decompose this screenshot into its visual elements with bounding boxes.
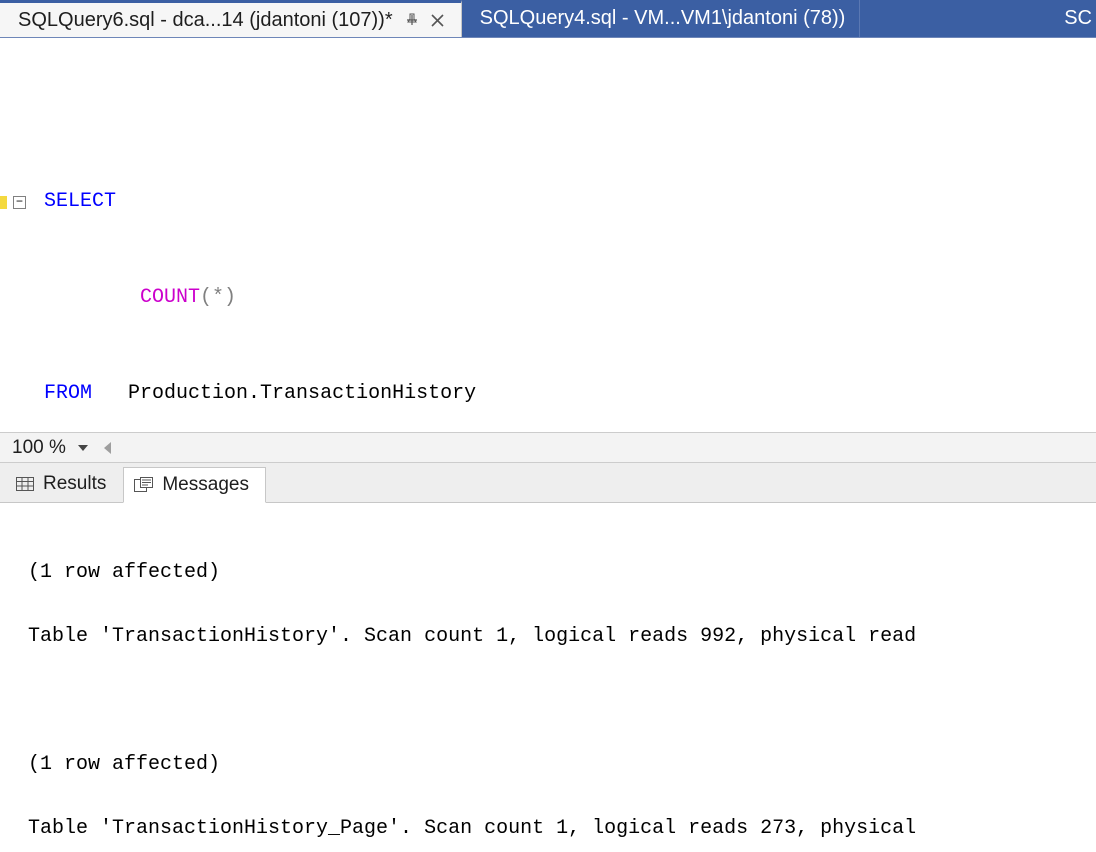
zoom-combo[interactable]: 100 % bbox=[8, 437, 92, 459]
kw-select: SELECT bbox=[44, 190, 116, 213]
tab-label: Results bbox=[43, 473, 106, 495]
msg-line: Table 'TransactionHistory_Page'. Scan co… bbox=[28, 813, 1096, 845]
pin-icon[interactable] bbox=[403, 11, 421, 29]
msg-line: (1 row affected) bbox=[28, 557, 1096, 589]
messages-icon bbox=[134, 477, 154, 493]
document-tabstrip: SQLQuery6.sql - dca...14 (jdantoni (107)… bbox=[0, 0, 1096, 38]
close-icon[interactable] bbox=[429, 11, 447, 29]
count-args: (*) bbox=[200, 286, 236, 309]
tab-label: Messages bbox=[162, 474, 249, 496]
tab-sqlquery6[interactable]: SQLQuery6.sql - dca...14 (jdantoni (107)… bbox=[0, 0, 462, 37]
tab-title: SQLQuery6.sql - dca...14 (jdantoni (107)… bbox=[18, 9, 393, 32]
messages-output[interactable]: (1 row affected) Table 'TransactionHisto… bbox=[0, 503, 1096, 851]
tab-messages[interactable]: Messages bbox=[123, 467, 266, 503]
msg-line: (1 row affected) bbox=[28, 749, 1096, 781]
hscroll-left-icon[interactable] bbox=[104, 442, 111, 454]
kw-from: FROM bbox=[44, 382, 92, 405]
output-tabstrip: Results Messages bbox=[0, 463, 1096, 503]
editor-zoom-bar: 100 % bbox=[0, 433, 1096, 463]
fn-count: COUNT bbox=[140, 286, 200, 309]
tab-results[interactable]: Results bbox=[4, 466, 123, 502]
code-area[interactable]: − SELECT COUNT(*) FROM Production.Transa… bbox=[0, 38, 1096, 432]
sql-editor[interactable]: − SELECT COUNT(*) FROM Production.Transa… bbox=[0, 38, 1096, 433]
chevron-down-icon bbox=[78, 445, 88, 451]
grid-icon bbox=[15, 477, 35, 491]
tab-overflow-hint: SC bbox=[1064, 7, 1092, 30]
tab-overflow: SC bbox=[860, 0, 1096, 37]
tab-sqlquery4[interactable]: SQLQuery4.sql - VM...VM1\jdantoni (78)) bbox=[462, 0, 861, 37]
msg-line: Table 'TransactionHistory'. Scan count 1… bbox=[28, 621, 1096, 653]
msg-blank bbox=[28, 685, 1096, 717]
zoom-value: 100 % bbox=[12, 437, 66, 459]
fold-toggle-icon[interactable]: − bbox=[13, 196, 26, 209]
tab-title: SQLQuery4.sql - VM...VM1\jdantoni (78)) bbox=[480, 7, 846, 30]
from-table: Production.TransactionHistory bbox=[128, 382, 476, 405]
